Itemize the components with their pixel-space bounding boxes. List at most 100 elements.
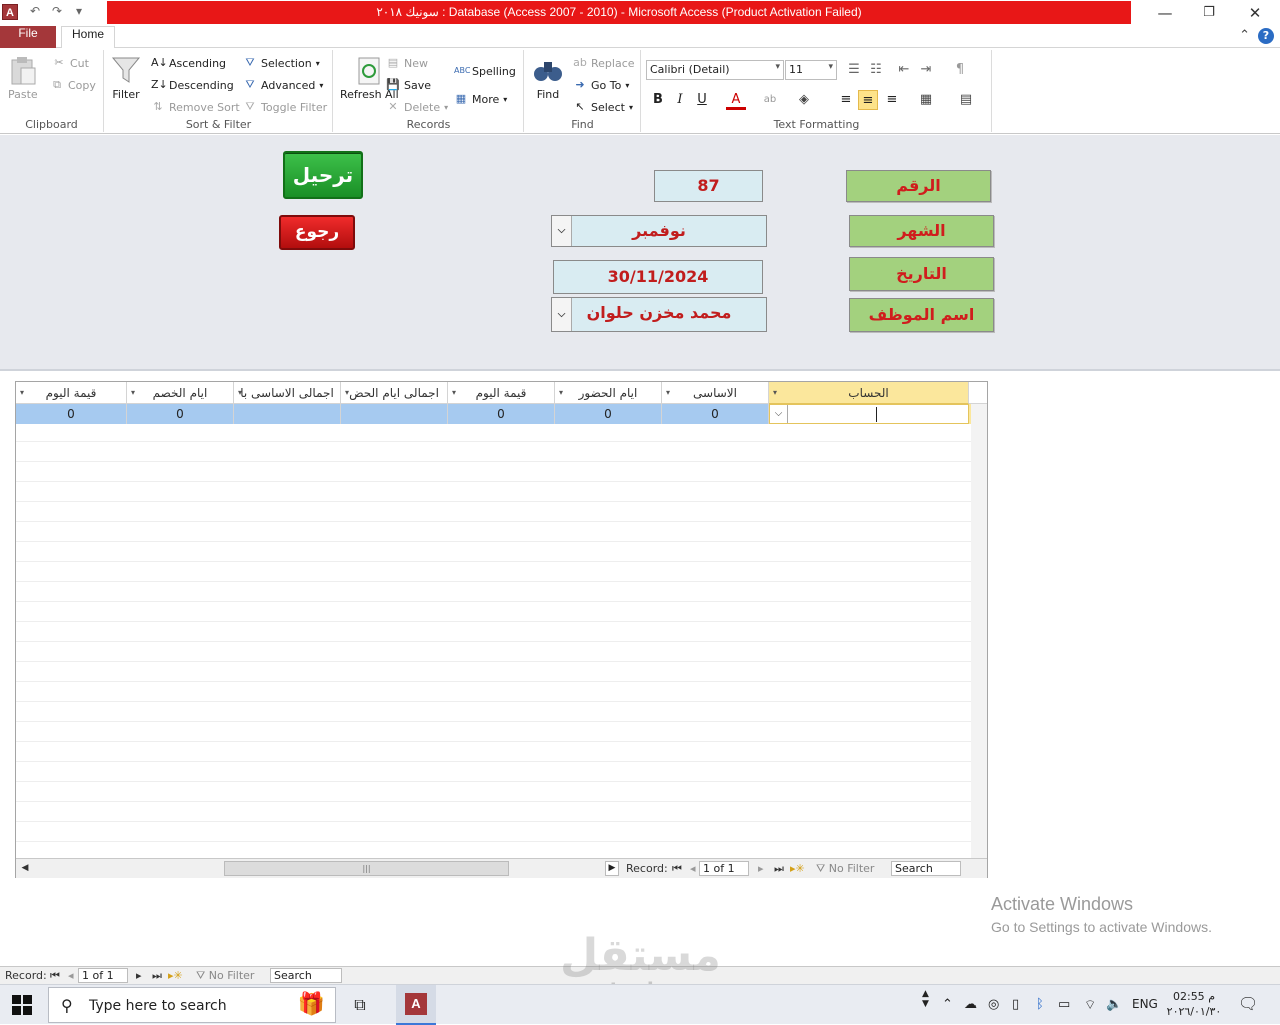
new-blank-record-icon[interactable]: ▸✳ [168, 969, 183, 982]
select-button[interactable]: ↖ Select ▾ [573, 100, 633, 114]
save-button[interactable]: 💾 Save [386, 78, 431, 92]
last-record-icon[interactable]: ⏭ [774, 862, 784, 876]
new-record-button[interactable]: ▤ New [386, 56, 428, 70]
column-menu-icon[interactable]: ▾ [20, 382, 24, 403]
customize-qat-icon[interactable]: ▾ [70, 4, 88, 22]
italic-button[interactable]: I [670, 90, 690, 110]
column-header-deduction-days[interactable]: ▾ ايام الخصم [127, 382, 234, 404]
taskbar-access-app[interactable]: A [396, 985, 436, 1025]
previous-record-icon[interactable]: ◂ [690, 862, 696, 875]
font-name-combo[interactable]: Calibri (Detail) ▾ [646, 60, 784, 80]
replace-button[interactable]: ab Replace [573, 56, 634, 70]
scroll-tray-icon[interactable]: ▲ ▼ [922, 989, 929, 1009]
column-menu-icon[interactable]: ▾ [345, 382, 349, 403]
access-app-icon[interactable]: A [2, 4, 18, 20]
no-filter-indicator[interactable]: ⛛ No Filter [196, 969, 254, 983]
table-cell[interactable]: 0 [448, 404, 555, 424]
goto-button[interactable]: ➜ Go To ▾ [573, 78, 629, 92]
table-cell[interactable] [234, 404, 341, 424]
show-hidden-icons-icon[interactable]: ⌃ [942, 997, 953, 1012]
delete-button[interactable]: ✕ Delete ▾ [386, 100, 448, 114]
table-cell[interactable]: 0 [555, 404, 662, 424]
align-right-icon[interactable]: ≡ [882, 90, 902, 110]
alternate-row-color-icon[interactable]: ▤ [956, 90, 976, 110]
numbering-icon[interactable]: ☷ [866, 60, 886, 80]
record-position-input[interactable]: 1 of 1 [699, 861, 749, 876]
horizontal-scroll-thumb[interactable]: ||| [224, 861, 509, 876]
filter-button[interactable]: Filter [111, 56, 141, 101]
undo-icon[interactable]: ↶ [26, 4, 44, 22]
chevron-down-icon[interactable]: ⌵ [552, 298, 572, 331]
column-header-account[interactable]: ▾ الحساب [769, 382, 969, 404]
network-globe-icon[interactable]: ◎ [988, 997, 999, 1012]
language-indicator[interactable]: ENG [1132, 997, 1158, 1011]
minimize-button[interactable]: — [1142, 2, 1188, 24]
restore-button[interactable]: ❐ [1186, 2, 1232, 24]
table-cell[interactable]: 0 [16, 404, 127, 424]
underline-button[interactable]: U [692, 90, 712, 110]
column-header-day-value-2[interactable]: ▾ قيمة اليوم [16, 382, 127, 404]
selection-button[interactable]: ⛛ Selection ▾ [243, 56, 319, 70]
spelling-button[interactable]: ABC Spelling [454, 64, 516, 78]
month-combo[interactable]: ⌵ نوفمبر [551, 215, 767, 247]
toggle-filter-button[interactable]: ⛛ Toggle Filter [243, 100, 327, 114]
column-header-attendance-days[interactable]: ▾ ايام الحضور [555, 382, 662, 404]
column-header-total-attendance[interactable]: ▾ اجمالى ايام الحض [341, 382, 448, 404]
record-position-input[interactable]: 1 of 1 [78, 968, 128, 983]
paste-button[interactable]: Paste [8, 56, 38, 101]
table-cell[interactable]: 0 [127, 404, 234, 424]
increase-indent-icon[interactable]: ⇥ [916, 60, 936, 80]
cut-button[interactable]: ✂ Cut [52, 56, 89, 70]
advanced-button[interactable]: ⛛ Advanced ▾ [243, 78, 323, 92]
column-menu-icon[interactable]: ▾ [452, 382, 456, 403]
next-record-icon[interactable]: ▸ [136, 969, 142, 982]
bullets-icon[interactable]: ☰ [844, 60, 864, 80]
volume-icon[interactable]: 🔈 [1106, 997, 1122, 1012]
column-menu-icon[interactable]: ▾ [131, 382, 135, 403]
post-button[interactable]: ترحيل [283, 151, 363, 199]
device-icon[interactable]: ▯ [1012, 997, 1019, 1012]
table-cell[interactable] [341, 404, 448, 424]
find-button[interactable]: Find [533, 56, 563, 101]
column-header-day-value[interactable]: ▾ قيمة اليوم [448, 382, 555, 404]
search-input[interactable]: Search [270, 968, 342, 983]
paragraph-direction-icon[interactable]: ¶ [950, 60, 970, 80]
fill-color-icon[interactable]: ◈ [794, 90, 814, 110]
previous-record-icon[interactable]: ◂ [68, 969, 74, 982]
tab-file[interactable]: File [0, 26, 56, 48]
new-blank-record-icon[interactable]: ▸✳ [790, 862, 805, 875]
bluetooth-icon[interactable]: ᛒ [1036, 997, 1044, 1012]
taskbar-clock[interactable]: 02:55 م ٢٠٢٦/٠١/٣٠ [1164, 989, 1224, 1019]
notifications-icon[interactable]: 🗨 [1238, 994, 1258, 1013]
font-color-icon[interactable]: A [726, 90, 746, 110]
search-input[interactable]: Search [891, 861, 961, 876]
table-cell[interactable]: 0 [662, 404, 769, 424]
first-record-icon[interactable]: ⏮ [50, 969, 60, 983]
gridlines-icon[interactable]: ▦ [916, 90, 936, 110]
scroll-right-icon[interactable]: ▶ [605, 861, 619, 876]
wifi-icon[interactable]: ⌔ [1084, 997, 1096, 1013]
decrease-indent-icon[interactable]: ⇤ [894, 60, 914, 80]
close-button[interactable]: ✕ [1232, 2, 1278, 24]
ascending-button[interactable]: A↓ Ascending [151, 56, 226, 70]
first-record-icon[interactable]: ⏮ [672, 862, 682, 876]
column-menu-icon[interactable]: ▾ [238, 382, 242, 403]
vertical-scrollbar[interactable] [971, 404, 987, 858]
battery-icon[interactable]: ▭ [1058, 997, 1070, 1012]
no-filter-indicator[interactable]: ⛛ No Filter [816, 862, 874, 876]
onedrive-cloud-icon[interactable]: ☁ [964, 997, 977, 1012]
column-menu-icon[interactable]: ▾ [773, 382, 777, 403]
font-size-combo[interactable]: 11 ▾ [785, 60, 837, 80]
scroll-left-icon[interactable]: ◀ [18, 861, 32, 876]
last-record-icon[interactable]: ⏭ [152, 969, 162, 983]
remove-sort-button[interactable]: ⇅ Remove Sort [151, 100, 239, 114]
employee-combo[interactable]: ⌵ محمد مخزن حلوان [551, 297, 767, 332]
collapse-ribbon-icon[interactable]: ⌃ [1239, 28, 1250, 44]
redo-icon[interactable]: ↷ [48, 4, 66, 22]
tab-home[interactable]: Home [61, 26, 115, 49]
chevron-down-icon[interactable]: ⌵ [552, 216, 572, 246]
column-menu-icon[interactable]: ▾ [666, 382, 670, 403]
column-menu-icon[interactable]: ▾ [559, 382, 563, 403]
chevron-down-icon[interactable]: ⌵ [770, 405, 788, 423]
select-all-corner[interactable] [969, 382, 987, 404]
